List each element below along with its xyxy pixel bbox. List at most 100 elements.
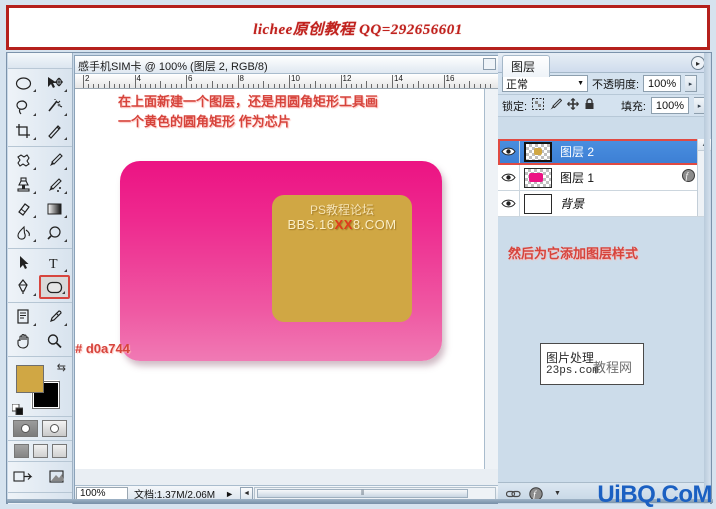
document-window: 感手机SIM卡 @ 100% (图层 2, RGB/8) 2 4 6 8 10 12 14 1…: [74, 55, 499, 502]
document-title-text: 感手机SIM卡 @ 100% (图层 2, RGB/8): [78, 61, 268, 73]
lock-pixels-icon[interactable]: [549, 97, 563, 115]
standard-mode-button[interactable]: [13, 420, 38, 437]
layer-visibility-toggle[interactable]: [498, 139, 520, 164]
magic-wand-tool[interactable]: [39, 95, 70, 119]
document-titlebar[interactable]: 感手机SIM卡 @ 100% (图层 2, RGB/8): [75, 56, 498, 74]
table-row[interactable]: 图层 2: [498, 139, 710, 165]
sim-card-shape[interactable]: PS教程论坛 BBS.16XX8.COM: [120, 161, 442, 361]
jump-to-icon[interactable]: [8, 465, 38, 489]
ruler-minor-tick: [474, 84, 476, 88]
layer-name[interactable]: 图层 2: [560, 143, 594, 160]
patch-tool[interactable]: [8, 149, 39, 173]
fullscreen-menubar-button[interactable]: [32, 444, 48, 458]
ruler-minor-tick: [144, 84, 146, 88]
ruler-minor-tick: [206, 84, 208, 88]
lock-transparency-icon[interactable]: [532, 97, 545, 115]
lasso-tool[interactable]: [8, 95, 39, 119]
table-row[interactable]: 图层 1 f ▼: [498, 165, 710, 191]
edit-mode-buttons: [8, 417, 72, 441]
panel-menu-icon[interactable]: ▸: [691, 56, 705, 70]
layer-thumbnail[interactable]: [524, 167, 552, 188]
layer-effects-icon[interactable]: f: [682, 168, 696, 187]
elliptical-marquee-tool[interactable]: [8, 71, 39, 95]
ruler-minor-tick: [283, 84, 285, 88]
canvas-area[interactable]: 在上面新建一个图层，还是用圆角矩形工具画 一个黄色的圆角矩形 作为芯片 PS教程…: [75, 89, 498, 469]
ruler-minor-tick: [469, 81, 471, 88]
panel-tab-bar: 图层 ▸: [498, 53, 710, 77]
layer-visibility-toggle[interactable]: [498, 165, 520, 190]
clone-stamp-tool[interactable]: [8, 173, 39, 197]
document-minimize-button[interactable]: [483, 58, 496, 70]
move-tool[interactable]: [39, 71, 70, 95]
notes-tool[interactable]: [8, 305, 39, 329]
swap-colors-icon[interactable]: ⇆: [57, 361, 66, 374]
ruler-minor-tick: [428, 84, 430, 88]
layer-thumbnail[interactable]: [524, 141, 552, 162]
lock-all-icon[interactable]: [584, 97, 595, 115]
ruler-minor-tick: [175, 84, 177, 88]
layer-visibility-toggle[interactable]: [498, 191, 520, 216]
history-brush-tool[interactable]: [39, 173, 70, 197]
lock-position-icon[interactable]: [567, 97, 579, 115]
standard-screen-button[interactable]: [13, 444, 29, 458]
blur-tool[interactable]: [8, 221, 39, 245]
layer-thumbnail[interactable]: [524, 193, 552, 214]
hscroll-thumb[interactable]: ⦀: [257, 489, 469, 498]
ruler-minor-tick: [417, 81, 419, 88]
chevron-down-icon: ▼: [577, 80, 584, 87]
zoom-tool[interactable]: [39, 329, 70, 353]
type-tool[interactable]: T: [39, 251, 70, 275]
watermark-line3: 教程网: [593, 360, 633, 375]
ruler-minor-tick: [227, 84, 229, 88]
ruler-minor-tick: [412, 84, 414, 88]
pen-tool[interactable]: [8, 275, 39, 299]
gradient-tool[interactable]: [39, 197, 70, 221]
jump-to-imageready: [8, 462, 72, 493]
eyedropper-tool[interactable]: [39, 305, 70, 329]
ruler-label: 16: [445, 74, 455, 83]
color-swatches: ⇆: [8, 357, 72, 417]
ruler-minor-tick: [309, 84, 311, 88]
opacity-stepper-icon[interactable]: ▸: [685, 75, 698, 92]
foreground-color-swatch[interactable]: [16, 365, 44, 393]
path-selection-tool[interactable]: [8, 251, 39, 275]
rounded-rectangle-tool[interactable]: [39, 275, 70, 299]
slice-tool[interactable]: [39, 119, 70, 143]
layer-list[interactable]: 图层 2 图层 1 f ▼: [498, 139, 710, 217]
watermark-line1: 图片处理: [546, 351, 595, 365]
layer-name[interactable]: 图层 1: [560, 169, 594, 186]
watermark-line2: 23ps.com: [546, 365, 599, 377]
ruler-label: 12: [342, 74, 352, 83]
quickmask-mode-button[interactable]: [42, 420, 67, 437]
ruler-minor-tick: [294, 84, 296, 88]
ruler-minor-tick: [350, 84, 352, 88]
blend-mode-select[interactable]: 正常 ▼: [502, 75, 588, 92]
layer-name[interactable]: 背景: [560, 195, 584, 212]
layers-panel: 图层 ▸ 正常 ▼ 不透明度: 100% ▸ 锁定: 填充: 100% ▸ 图层…: [498, 53, 711, 504]
ruler-major-tick: [289, 75, 290, 88]
imageready-icon[interactable]: [42, 465, 72, 489]
chip-shape[interactable]: PS教程论坛 BBS.16XX8.COM: [272, 195, 412, 322]
ruler-minor-tick: [433, 84, 435, 88]
eraser-tool[interactable]: [8, 197, 39, 221]
status-menu-arrow-icon[interactable]: ►: [225, 489, 234, 499]
toolbar-grip[interactable]: [8, 53, 72, 69]
ruler-minor-tick: [484, 84, 486, 88]
table-row[interactable]: 背景: [498, 191, 710, 217]
crop-tool[interactable]: [8, 119, 39, 143]
ruler-minor-tick: [299, 84, 301, 88]
fullscreen-button[interactable]: [51, 444, 67, 458]
fill-field[interactable]: 100%: [651, 97, 689, 114]
ruler-minor-tick: [366, 81, 368, 88]
opacity-field[interactable]: 100%: [643, 75, 682, 92]
ruler-label: 8: [239, 74, 244, 83]
chip-url-post: 8.COM: [352, 217, 397, 232]
ruler-minor-tick: [345, 84, 347, 88]
brush-tool[interactable]: [39, 149, 70, 173]
ruler-minor-tick: [98, 84, 100, 88]
default-colors-icon[interactable]: [11, 402, 24, 416]
canvas-vertical-scrollbar[interactable]: [484, 89, 498, 469]
hand-tool[interactable]: [8, 329, 39, 353]
dodge-tool[interactable]: [39, 221, 70, 245]
tab-layers[interactable]: 图层: [502, 55, 551, 77]
